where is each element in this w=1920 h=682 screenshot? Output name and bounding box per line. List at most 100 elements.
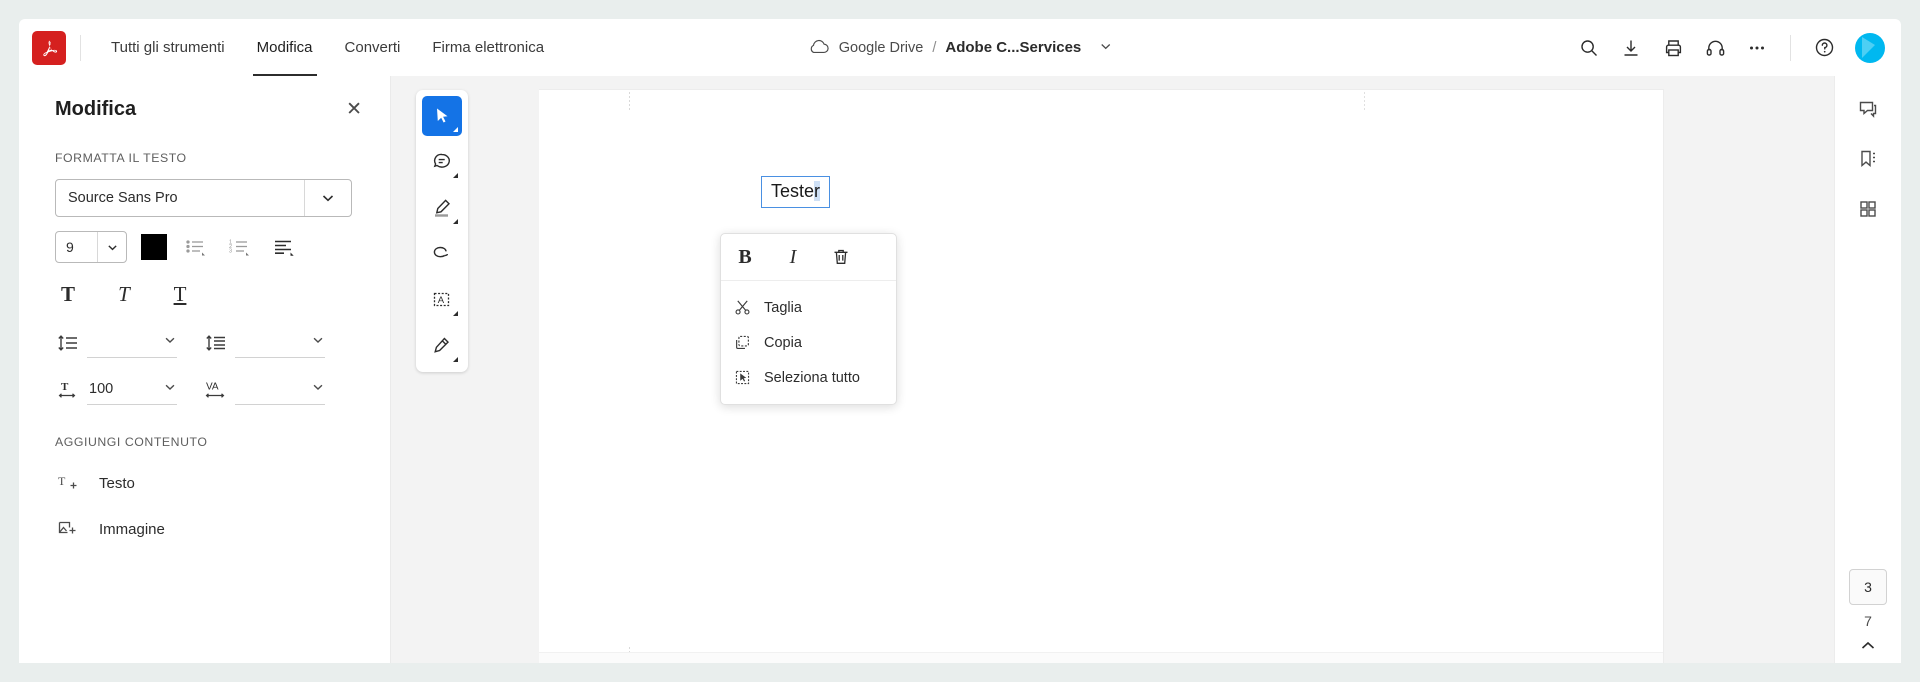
svg-text:VA: VA xyxy=(206,381,219,392)
editable-text-box[interactable]: Tester xyxy=(761,176,831,208)
chevron-down-icon[interactable] xyxy=(311,380,325,399)
document-canvas: Tester B I Taglia Copia Seleziona tutto xyxy=(539,76,1834,663)
cloud-icon xyxy=(808,38,830,58)
comments-icon[interactable] xyxy=(1849,90,1887,128)
menu-item-select-all[interactable]: Seleziona tutto xyxy=(721,360,896,395)
bookmarks-icon[interactable] xyxy=(1849,140,1887,178)
menu-item-copy[interactable]: Copia xyxy=(721,325,896,360)
add-image-item[interactable]: Immagine xyxy=(19,495,390,541)
print-icon[interactable] xyxy=(1662,37,1684,59)
bold-button[interactable]: B xyxy=(731,243,759,271)
italic-icon[interactable]: T xyxy=(111,281,137,307)
tab-esign[interactable]: Firma elettronica xyxy=(416,19,560,76)
font-family-select[interactable]: Source Sans Pro xyxy=(55,179,352,217)
svg-text:T: T xyxy=(61,381,69,393)
add-text-item[interactable]: T Testo xyxy=(19,449,390,495)
underline-icon[interactable]: T xyxy=(167,281,193,307)
italic-button[interactable]: I xyxy=(779,243,807,271)
menu-item-cut[interactable]: Taglia xyxy=(721,290,896,325)
chevron-down-icon[interactable] xyxy=(163,380,177,399)
search-icon[interactable] xyxy=(1578,37,1600,59)
tracking-field[interactable]: VA xyxy=(203,374,325,405)
top-actions xyxy=(1578,32,1885,63)
avatar[interactable] xyxy=(1855,32,1885,63)
font-family-value: Source Sans Pro xyxy=(68,190,178,206)
section-add-content-label: AGGIUNGI CONTENUTO xyxy=(55,435,208,449)
tab-convert[interactable]: Converti xyxy=(329,19,417,76)
add-text-label: Testo xyxy=(99,474,135,492)
font-size-select[interactable]: 9 xyxy=(55,231,127,263)
download-icon[interactable] xyxy=(1620,37,1642,59)
chevron-down-icon[interactable] xyxy=(1098,39,1112,57)
headset-icon[interactable] xyxy=(1704,37,1726,59)
svg-text:A: A xyxy=(438,295,445,306)
scale-tracking-row: T 100 VA xyxy=(19,358,390,405)
chevron-down-icon[interactable] xyxy=(311,333,325,352)
right-rail-icons xyxy=(1835,76,1901,228)
context-menu-spacer xyxy=(721,281,896,290)
paragraph-spacing-icon xyxy=(203,331,229,355)
tab-edit[interactable]: Modifica xyxy=(241,19,329,76)
tab-esign-label: Firma elettronica xyxy=(432,39,545,56)
horizontal-scale-input[interactable]: 100 xyxy=(87,374,177,405)
highlight-tool[interactable] xyxy=(422,188,462,228)
page-navigation: 3 7 xyxy=(1835,569,1901,655)
add-image-icon xyxy=(55,517,81,541)
tool-expand-corner xyxy=(453,357,458,362)
horizontal-scale-field[interactable]: T 100 xyxy=(55,374,177,405)
breadcrumb: Google Drive / Adobe C...Services xyxy=(808,38,1113,58)
chevron-down-icon[interactable] xyxy=(97,232,126,262)
line-spacing-icon xyxy=(55,331,81,355)
add-text-icon: T xyxy=(55,471,81,495)
bold-icon[interactable]: T xyxy=(55,281,81,307)
comment-tool[interactable] xyxy=(422,142,462,182)
page-bottom-edge xyxy=(539,652,1663,663)
help-icon[interactable] xyxy=(1813,37,1835,59)
page-title: Modifica xyxy=(55,98,137,120)
fill-sign-tool[interactable] xyxy=(422,326,462,366)
tab-edit-label: Modifica xyxy=(256,39,313,56)
cut-icon xyxy=(732,298,752,318)
acrobat-window: Tutti gli strumenti Modifica Converti Fi… xyxy=(0,0,1920,682)
pdf-page[interactable]: Tester B I Taglia Copia Seleziona tutto xyxy=(539,90,1663,663)
close-icon[interactable]: ✕ xyxy=(346,100,362,119)
font-size-row: 9 1 2 3 xyxy=(19,217,390,263)
copy-icon xyxy=(732,333,752,353)
section-format-text-label: FORMATTA IL TESTO xyxy=(55,151,187,165)
select-text-tool[interactable]: A xyxy=(422,280,462,320)
paragraph-spacing-input[interactable] xyxy=(235,327,325,358)
tool-strip: A xyxy=(416,90,468,372)
tool-strip-column: A xyxy=(391,76,539,663)
numbered-list-icon[interactable]: 1 2 3 xyxy=(225,234,255,260)
thumbnails-icon[interactable] xyxy=(1849,190,1887,228)
align-icon[interactable] xyxy=(269,234,299,260)
text-color-swatch[interactable] xyxy=(141,234,167,260)
line-spacing-field[interactable] xyxy=(55,327,177,358)
main-tabs: Tutti gli strumenti Modifica Converti Fi… xyxy=(95,19,560,76)
select-tool[interactable] xyxy=(422,96,462,136)
guide-line-top xyxy=(629,92,630,112)
top-toolbar: Tutti gli strumenti Modifica Converti Fi… xyxy=(19,19,1901,76)
bulleted-list-icon[interactable] xyxy=(181,234,211,260)
paragraph-spacing-field[interactable] xyxy=(203,327,325,358)
erase-tool[interactable] xyxy=(422,234,462,274)
edit-panel: Modifica ✕ FORMATTA IL TESTO Source Sans… xyxy=(19,76,391,663)
horizontal-scale-icon: T xyxy=(55,378,81,402)
edit-panel-header: Modifica ✕ xyxy=(19,76,390,121)
svg-text:3: 3 xyxy=(229,249,232,255)
tab-all-tools[interactable]: Tutti gli strumenti xyxy=(95,19,241,76)
breadcrumb-document[interactable]: Adobe C...Services xyxy=(945,39,1081,56)
context-menu: B I Taglia Copia Seleziona tutto xyxy=(720,233,897,405)
chevron-down-icon[interactable] xyxy=(163,333,177,352)
adobe-acrobat-logo-icon[interactable] xyxy=(32,30,66,65)
chevron-down-icon[interactable] xyxy=(304,180,351,216)
line-spacing-input[interactable] xyxy=(87,327,177,358)
page-number-input[interactable]: 3 xyxy=(1849,569,1887,605)
chevron-up-icon[interactable] xyxy=(1859,637,1877,655)
more-icon[interactable] xyxy=(1746,37,1768,59)
delete-button[interactable] xyxy=(827,243,855,271)
tracking-input[interactable] xyxy=(235,374,325,405)
breadcrumb-source[interactable]: Google Drive xyxy=(839,40,924,56)
tab-all-tools-label: Tutti gli strumenti xyxy=(111,39,225,56)
tool-expand-corner xyxy=(453,219,458,224)
